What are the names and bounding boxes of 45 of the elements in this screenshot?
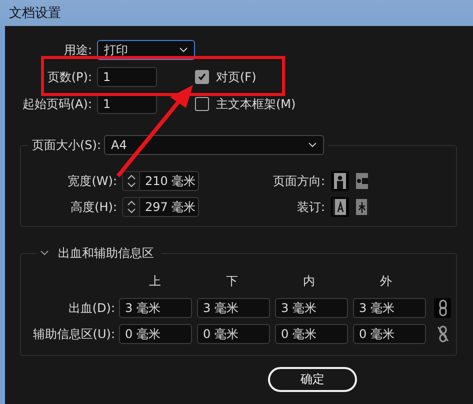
check-icon [197, 72, 207, 82]
chevron-icon [308, 142, 318, 148]
field-label: 用途: [62, 42, 92, 58]
field-label: 出血(D): [67, 300, 115, 316]
field-label: 页面大小(S): [32, 136, 102, 154]
margin-field[interactable]: 3 毫米 [119, 298, 192, 318]
margin-field[interactable]: 0 毫米 [119, 324, 192, 344]
ok-button[interactable]: 确定 [268, 367, 357, 392]
field-label: 页面方向: [272, 172, 325, 190]
margin-field[interactable]: 0 毫米 [275, 324, 348, 344]
chevron-icon [179, 47, 188, 53]
right-binding-icon[interactable] [353, 197, 371, 217]
field-label: 辅助信息区(U): [32, 326, 115, 342]
field-label: 装订: [296, 198, 325, 216]
checkbox-label: 对页(F) [216, 68, 256, 86]
column-header: 下 [225, 272, 239, 290]
up-down-icon [126, 200, 136, 214]
column-header: 上 [148, 272, 162, 290]
field-label: 页数(P): [46, 68, 92, 86]
checkbox[interactable] [195, 70, 209, 84]
chevron-icon[interactable] [40, 250, 49, 256]
checkbox-label: 主文本框架(M) [216, 96, 296, 112]
landscape-icon[interactable] [353, 171, 371, 191]
margin-field[interactable]: 0 毫米 [197, 324, 270, 344]
window-title: 文档设置 [9, 5, 61, 22]
margin-field[interactable]: 3 毫米 [353, 298, 426, 318]
page-size-dropdown[interactable]: A4 [104, 135, 324, 155]
margin-field[interactable]: 3 毫米 [275, 298, 348, 318]
checkbox[interactable] [195, 97, 209, 111]
pages-field[interactable]: 1 [97, 67, 157, 87]
chain-link-icon[interactable] [434, 298, 451, 318]
field-label: 起始页码(A): [21, 96, 92, 112]
margin-field[interactable]: 0 毫米 [353, 324, 426, 344]
section-title: 出血和辅助信息区 [58, 244, 154, 262]
start-page-field[interactable]: 1 [97, 94, 157, 114]
field-label: 宽度(W): [66, 172, 117, 190]
height-field[interactable]: 297 毫米 [140, 197, 199, 217]
margin-field[interactable]: 3 毫米 [197, 298, 270, 318]
column-header: 内 [302, 272, 316, 290]
field-label: 高度(H): [70, 198, 117, 216]
up-down-icon [126, 174, 136, 188]
column-header: 外 [379, 272, 393, 290]
left-binding-icon[interactable] [331, 197, 349, 217]
width-field[interactable]: 210 毫米 [140, 171, 199, 191]
portrait-icon[interactable] [331, 171, 349, 191]
